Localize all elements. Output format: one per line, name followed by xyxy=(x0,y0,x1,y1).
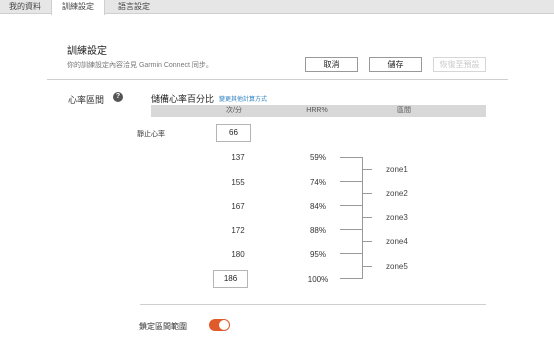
zone-brackets xyxy=(340,157,372,279)
lock-zones-label: 鎖定區間範圍 xyxy=(139,322,187,331)
toggle-knob xyxy=(219,320,229,330)
zone-label: zone2 xyxy=(386,189,408,198)
lock-zones-toggle[interactable] xyxy=(209,319,230,331)
zone-label: zone1 xyxy=(386,165,408,174)
divider xyxy=(140,304,486,305)
zone-label: zone4 xyxy=(386,237,408,246)
zone-label: zone5 xyxy=(386,262,408,271)
zone-label: zone3 xyxy=(386,213,408,222)
